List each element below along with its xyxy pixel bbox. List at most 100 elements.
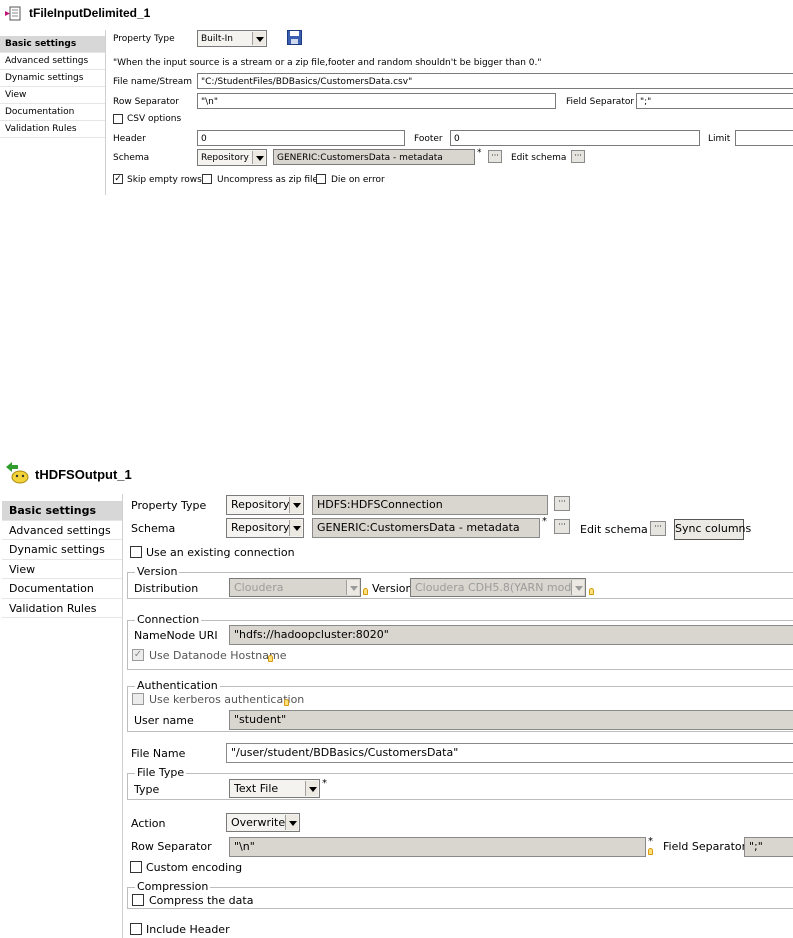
nav-validation-rules[interactable]: Validation Rules (2, 599, 122, 618)
edit-schema-label: Edit schema (511, 153, 567, 163)
csv-options-checkbox[interactable] (113, 114, 123, 124)
chevron-down-icon (252, 32, 265, 45)
edit-schema-label: Edit schema (580, 523, 648, 536)
nav-validation-rules[interactable]: Validation Rules (0, 121, 105, 138)
property-type-value: Built-In (201, 34, 234, 44)
use-existing-connection-label: Use an existing connection (146, 546, 295, 559)
header-input[interactable]: 0 (197, 130, 405, 146)
nav-divider (122, 494, 123, 938)
action-label: Action (131, 817, 166, 830)
hint-bulb-icon (648, 848, 653, 855)
header-label: Header (113, 134, 146, 144)
property-type-select[interactable]: Built-In (197, 30, 267, 47)
property-type-value: Repository (231, 498, 290, 511)
distribution-value: Cloudera (234, 581, 284, 594)
action-value: Overwrite (231, 816, 286, 829)
row-separator-input[interactable]: "\n" (197, 93, 556, 109)
chevron-down-icon (289, 497, 302, 513)
row-separator-label: Row Separator (113, 97, 180, 107)
compression-group-title: Compression (135, 880, 211, 893)
component-title: tHDFSOutput_1 (35, 467, 132, 482)
required-marker: * (648, 836, 653, 847)
csv-options-label: CSV options (127, 114, 182, 124)
connection-group-title: Connection (135, 613, 202, 626)
version-value: Cloudera CDH5.8(YARN mode) (415, 581, 583, 594)
row-separator-label: Row Separator (131, 840, 212, 853)
chevron-down-icon (305, 781, 318, 796)
nav-documentation[interactable]: Documentation (2, 579, 122, 599)
use-datanode-hostname-label: Use Datanode Hostname (149, 649, 287, 662)
property-browse-button[interactable]: ··· (554, 496, 570, 511)
nav-dynamic-settings[interactable]: Dynamic settings (0, 70, 105, 87)
nav-basic-settings[interactable]: Basic settings (2, 501, 122, 521)
property-repo-field: HDFS:HDFSConnection (312, 495, 548, 515)
die-on-error-checkbox[interactable] (316, 174, 326, 184)
hint-bulb-icon (363, 588, 368, 595)
schema-value-field: GENERIC:CustomersData - metadata (273, 149, 475, 165)
edit-schema-button[interactable]: ··· (571, 150, 585, 163)
file-name-label: File name/Stream (113, 77, 193, 87)
user-name-input[interactable]: "student" (229, 710, 793, 730)
field-separator-input[interactable]: ";" (744, 837, 793, 857)
schema-type-value: Repository (231, 521, 290, 534)
nav-advanced-settings[interactable]: Advanced settings (2, 521, 122, 540)
skip-empty-rows-checkbox[interactable]: ✓ (113, 174, 123, 184)
kerberos-label: Use kerberos authentication (149, 693, 305, 706)
use-datanode-hostname-checkbox[interactable]: ✓ (132, 649, 144, 661)
row-separator-input[interactable]: "\n" (229, 837, 646, 857)
property-type-label: Property Type (131, 499, 207, 512)
schema-type-select[interactable]: Repository (226, 518, 304, 538)
use-existing-connection-checkbox[interactable] (130, 546, 142, 558)
property-type-select[interactable]: Repository (226, 495, 304, 515)
include-header-checkbox[interactable] (130, 923, 142, 935)
edit-schema-button[interactable]: ··· (650, 521, 666, 536)
nav-view[interactable]: View (2, 560, 122, 579)
namenode-uri-input[interactable]: "hdfs://hadoopcluster:8020" (229, 625, 793, 645)
action-select[interactable]: Overwrite (226, 813, 300, 832)
custom-encoding-label: Custom encoding (146, 861, 243, 874)
custom-encoding-checkbox[interactable] (130, 861, 142, 873)
schema-browse-button[interactable]: ··· (554, 519, 570, 534)
schema-label: Schema (131, 522, 176, 535)
nav-basic-settings[interactable]: Basic settings (0, 36, 105, 53)
type-label: Type (134, 783, 160, 796)
schema-type-select[interactable]: Repository (197, 149, 267, 166)
type-select[interactable]: Text File (229, 779, 320, 798)
footer-input[interactable]: 0 (450, 130, 700, 146)
required-marker: * (322, 778, 327, 789)
footer-label: Footer (414, 134, 443, 144)
required-marker: * (477, 148, 482, 158)
schema-browse-button[interactable]: ··· (488, 150, 502, 163)
file-name-input[interactable]: "/user/student/BDBasics/CustomersData" (226, 743, 793, 763)
field-separator-label: Field Separator (663, 840, 747, 853)
settings-nav: Basic settings Advanced settings Dynamic… (0, 36, 105, 138)
nav-documentation[interactable]: Documentation (0, 104, 105, 121)
required-marker: * (542, 516, 547, 527)
nav-dynamic-settings[interactable]: Dynamic settings (2, 540, 122, 560)
save-icon[interactable] (287, 30, 302, 45)
nav-advanced-settings[interactable]: Advanced settings (0, 53, 105, 70)
compress-data-label: Compress the data (149, 894, 254, 907)
sync-columns-button[interactable]: Sync columns (674, 519, 751, 540)
chevron-down-icon (289, 520, 302, 536)
distribution-select[interactable]: Cloudera (229, 578, 361, 597)
uncompress-zip-label: Uncompress as zip file (217, 175, 319, 185)
compress-data-checkbox[interactable] (132, 894, 144, 906)
file-input-component-icon (5, 5, 23, 22)
version-group-title: Version (135, 565, 180, 578)
user-name-label: User name (134, 714, 194, 727)
version-select[interactable]: Cloudera CDH5.8(YARN mode) (410, 578, 586, 597)
type-value: Text File (234, 782, 279, 795)
limit-input[interactable] (735, 130, 793, 146)
settings-nav: Basic settings Advanced settings Dynamic… (2, 501, 122, 618)
kerberos-checkbox[interactable] (132, 693, 144, 705)
file-type-group-title: File Type (135, 766, 187, 779)
limit-label: Limit (708, 134, 731, 144)
nav-view[interactable]: View (0, 87, 105, 104)
schema-type-value: Repository (201, 153, 249, 163)
chevron-down-icon (346, 580, 359, 595)
uncompress-zip-checkbox[interactable] (202, 174, 212, 184)
field-separator-input[interactable]: ";" (636, 93, 793, 109)
file-name-input[interactable]: "C:/StudentFiles/BDBasics/CustomersData.… (197, 73, 793, 89)
hdfs-output-component-icon (6, 462, 30, 484)
